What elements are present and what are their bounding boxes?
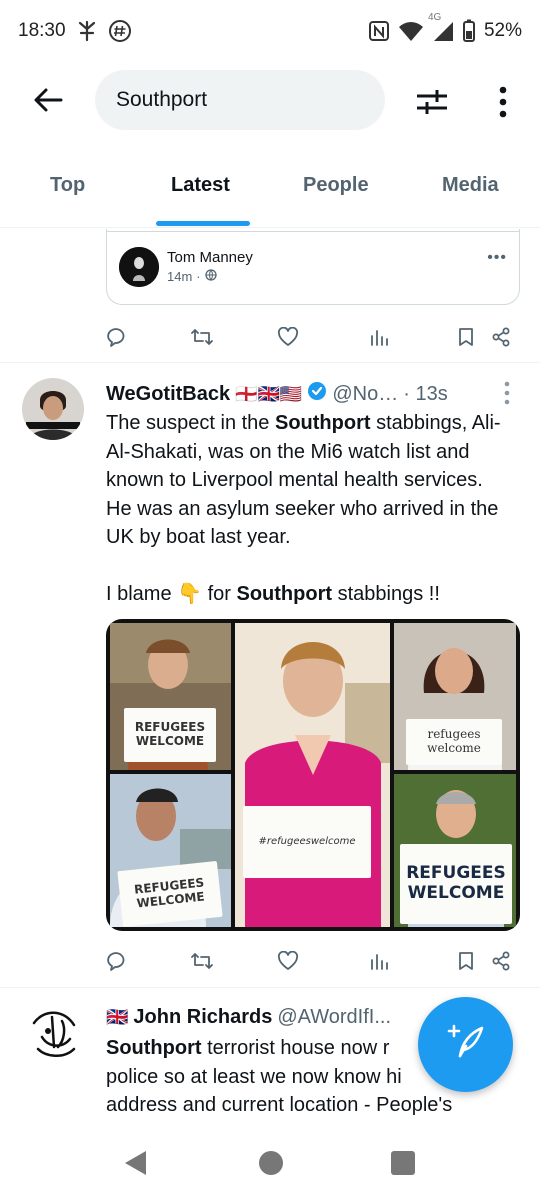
network-type: 4G: [427, 12, 442, 23]
tweet-actions: [104, 325, 524, 355]
search-tabs: Top Latest People Media: [0, 160, 540, 228]
highlighted-keyword: Southport: [106, 1037, 202, 1059]
status-bar: 18:30 4G 52%: [0, 0, 540, 62]
photo-cell: REFUGEES WELCOME: [110, 623, 231, 770]
sign-text: REFUGEES WELCOME: [117, 860, 223, 927]
photo-cell: REFUGEES WELCOME: [110, 774, 231, 927]
battery-icon: [462, 19, 476, 43]
search-query: Southport: [116, 88, 208, 111]
tweet-actions: [104, 949, 524, 979]
quoted-tweet-meta: 14m ·: [167, 269, 217, 284]
filter-sliders-icon[interactable]: [412, 82, 452, 122]
quoted-tweet-time: 14m: [167, 269, 193, 284]
sign-text: #refugeeswelcome: [243, 806, 371, 878]
wifi-icon: [398, 20, 424, 42]
author-name[interactable]: John Richards: [133, 1006, 272, 1029]
sign-text: REFUGEES WELCOME: [400, 844, 512, 924]
avatar[interactable]: [22, 1003, 84, 1065]
connectivity-icon: [76, 19, 98, 43]
more-vertical-icon[interactable]: [504, 381, 510, 410]
tweet-text-part: police so at least we now know hi: [106, 1065, 402, 1088]
author-handle[interactable]: @AWordIfI...: [277, 1006, 391, 1029]
author-handle[interactable]: @No…: [332, 383, 398, 406]
nav-recents-icon[interactable]: [388, 1148, 418, 1178]
nfc-icon: [368, 20, 390, 42]
battery-percent: 52%: [483, 20, 522, 41]
tweet-text-second-paragraph: I blame 👇 for Southport stabbings !!: [106, 580, 511, 609]
tweet-text-part: The suspect in the: [106, 412, 275, 434]
quoted-tweet-card[interactable]: Tom Manney 14m · •••: [106, 229, 520, 305]
tweet-header: 🇬🇧 John Richards @AWordIfI...: [106, 1006, 391, 1029]
cellular-signal-icon: 4G: [428, 12, 454, 42]
hashtag-circle-icon: [108, 19, 132, 43]
quoted-more-button[interactable]: •••: [487, 249, 507, 267]
retweet-icon[interactable]: [190, 949, 214, 973]
back-arrow-icon[interactable]: [28, 80, 68, 120]
photo-cell: refugees welcome: [394, 623, 516, 770]
highlighted-keyword: Southport: [274, 412, 371, 434]
more-vertical-icon[interactable]: [488, 82, 518, 122]
author-flag: 🇬🇧: [106, 1007, 129, 1027]
tweet-time: · 13s: [403, 382, 448, 405]
status-time: 18:30: [18, 20, 66, 41]
divider: [0, 987, 540, 988]
quoted-author-name[interactable]: Tom Manney: [167, 249, 253, 266]
divider: [107, 231, 519, 232]
nav-back-icon[interactable]: [120, 1148, 150, 1178]
sign-text: REFUGEES WELCOME: [124, 708, 216, 762]
nav-home-icon[interactable]: [256, 1148, 286, 1178]
photo-cell: #refugeeswelcome: [235, 623, 390, 927]
divider: [0, 362, 540, 363]
author-name[interactable]: WeGotitBack: [106, 383, 230, 406]
tab-latest[interactable]: Latest: [171, 174, 230, 197]
tab-top[interactable]: Top: [50, 174, 85, 197]
like-icon[interactable]: [276, 949, 300, 973]
tweet-text-part: terrorist house now r: [201, 1037, 390, 1059]
tab-people[interactable]: People: [303, 174, 369, 197]
verified-badge-icon: [307, 381, 327, 407]
avatar[interactable]: [22, 378, 84, 440]
compose-button[interactable]: [418, 997, 513, 1092]
system-navigation-bar: [0, 1130, 540, 1200]
globe-icon: [204, 269, 217, 284]
views-icon[interactable]: [367, 325, 391, 349]
search-input[interactable]: Southport: [95, 70, 385, 130]
share-icon[interactable]: [489, 325, 513, 349]
share-icon[interactable]: [489, 949, 513, 973]
tab-media[interactable]: Media: [442, 174, 499, 197]
tweet-text: The suspect in the Southport stabbings, …: [106, 409, 511, 552]
tweet-header: WeGotitBack 🏴󠁧󠁢󠁥󠁮󠁧󠁿🇬🇧🇺🇸 @No… · 13s: [106, 381, 448, 407]
reply-icon[interactable]: [104, 325, 128, 349]
avatar[interactable]: [119, 247, 159, 287]
tweet-feed[interactable]: Tom Manney 14m · •••: [0, 229, 540, 1129]
compose-icon: [446, 1022, 486, 1067]
bookmark-icon[interactable]: [454, 949, 478, 973]
like-icon[interactable]: [276, 325, 300, 349]
reply-icon[interactable]: [104, 949, 128, 973]
search-header: Southport: [0, 62, 540, 140]
highlighted-keyword: Southport: [236, 583, 333, 605]
retweet-icon[interactable]: [190, 325, 214, 349]
tweet-media-image[interactable]: REFUGEES WELCOME #refugeeswelcome refugee…: [106, 619, 520, 931]
bookmark-icon[interactable]: [454, 325, 478, 349]
tweet-text-part: address and current location - People's: [106, 1094, 453, 1116]
tweet-text-part: stabbings !!: [332, 583, 440, 605]
sign-text: refugees welcome: [406, 719, 502, 765]
photo-cell: REFUGEES WELCOME: [394, 774, 516, 927]
tweet-text-part: I blame 👇 for: [106, 583, 237, 605]
active-tab-indicator: [156, 221, 250, 226]
views-icon[interactable]: [367, 949, 391, 973]
author-flags: 🏴󠁧󠁢󠁥󠁮󠁧󠁿🇬🇧🇺🇸: [235, 383, 303, 404]
separator-dot: ·: [196, 269, 201, 284]
